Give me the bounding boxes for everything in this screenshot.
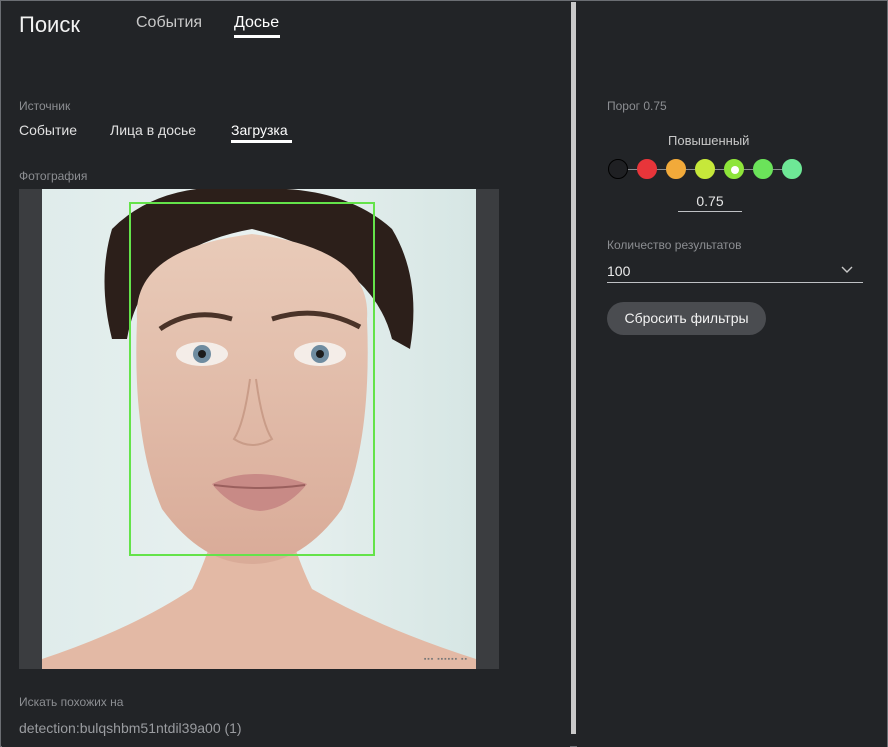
selected-indicator xyxy=(731,166,739,174)
source-tab-upload-underline xyxy=(231,140,292,143)
results-count-label: Количество результатов xyxy=(607,238,742,252)
threshold-level-dot[interactable] xyxy=(782,159,802,179)
page-title: Поиск xyxy=(19,12,80,37)
face-detection-box[interactable] xyxy=(129,202,375,556)
uploaded-photo: ▪▪▪ ▪▪▪▪▪▪ ▪▪ xyxy=(42,189,476,669)
source-tab-dossier-faces[interactable]: Лица в досье xyxy=(110,122,196,138)
chevron-down-icon[interactable] xyxy=(841,261,853,279)
search-similar-label: Искать похожих на xyxy=(19,695,124,709)
threshold-level-name: Повышенный xyxy=(668,133,750,148)
threshold-label: Порог 0.75 xyxy=(607,99,667,113)
threshold-level-dot[interactable] xyxy=(724,159,744,179)
photo-label: Фотография xyxy=(19,169,88,183)
source-label: Источник xyxy=(19,99,71,113)
tab-dossier[interactable]: Досье xyxy=(234,14,279,32)
results-count-select[interactable]: 100 xyxy=(607,261,863,283)
photo-watermark: ▪▪▪ ▪▪▪▪▪▪ ▪▪ xyxy=(423,656,468,663)
panel-splitter[interactable] xyxy=(571,2,576,734)
photo-container[interactable]: ▪▪▪ ▪▪▪▪▪▪ ▪▪ xyxy=(19,189,499,669)
app-window: Поиск События Досье Источник Событие Лиц… xyxy=(0,0,888,747)
threshold-level-dot[interactable] xyxy=(753,159,773,179)
source-tab-upload[interactable]: Загрузка xyxy=(231,122,288,138)
threshold-level-dot[interactable] xyxy=(695,159,715,179)
threshold-input[interactable]: 0.75 xyxy=(678,191,742,212)
reset-filters-button[interactable]: Сбросить фильтры xyxy=(607,302,766,335)
filters-panel: Порог 0.75 Повышенный 0.75 Количество ре… xyxy=(577,2,887,747)
tab-dossier-underline xyxy=(234,35,280,38)
threshold-level-dot[interactable] xyxy=(637,159,657,179)
tab-events[interactable]: События xyxy=(136,14,202,32)
search-panel: Поиск События Досье Источник Событие Лиц… xyxy=(2,2,570,747)
results-count-value: 100 xyxy=(607,263,631,279)
search-similar-value: detection:bulqshbm51ntdil39a00 (1) xyxy=(19,720,242,736)
threshold-level-dot[interactable] xyxy=(608,159,628,179)
threshold-level-dot[interactable] xyxy=(666,159,686,179)
source-tab-event[interactable]: Событие xyxy=(19,122,77,138)
